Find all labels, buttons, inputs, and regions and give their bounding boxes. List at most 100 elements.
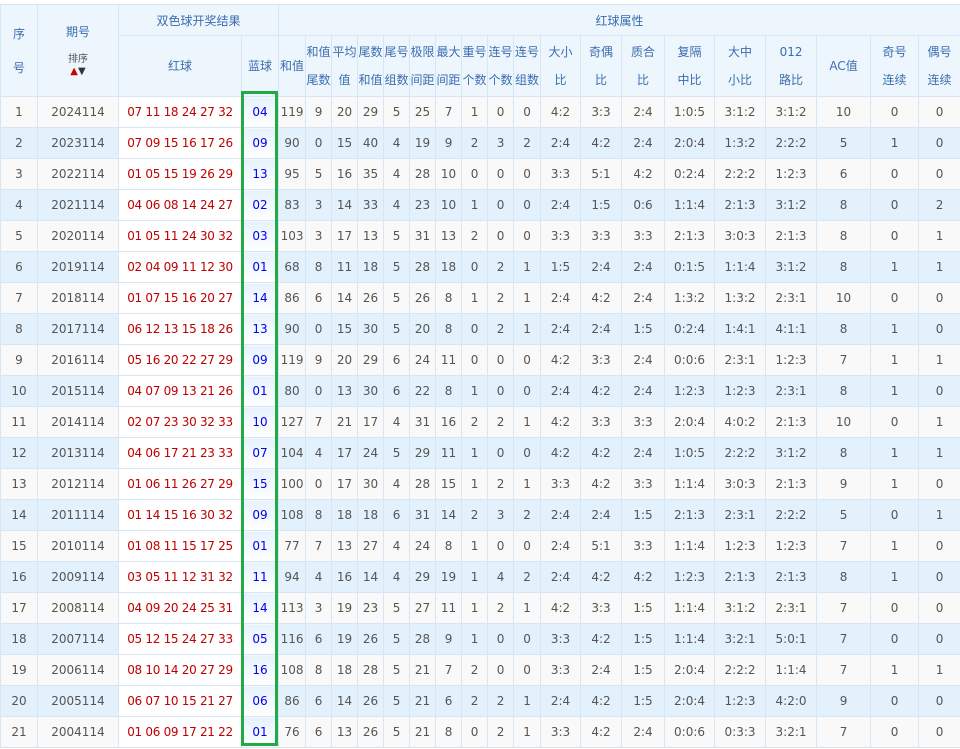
attr-cell: 1 bbox=[918, 406, 960, 438]
attr-cell: 8 bbox=[816, 437, 872, 469]
attr-cell: 27 bbox=[357, 530, 385, 562]
header-attr-line: 个数 bbox=[488, 73, 513, 87]
attr-cell: 0 bbox=[487, 623, 515, 655]
header-attr-line: 连号 bbox=[515, 45, 540, 59]
attr-cell: 6 bbox=[305, 623, 333, 655]
attr-cell: 7 bbox=[816, 654, 872, 686]
attr-cell: 33 bbox=[357, 189, 385, 221]
attr-cell: 18 bbox=[435, 251, 463, 283]
issue-cell: 2016114 bbox=[37, 344, 119, 376]
results-table: 序 号 期号 排序 ▲▼ 双色球开奖结果 红球属性 红球 蓝球 和值 和值 尾数 平均… bbox=[0, 4, 960, 748]
attr-cell: 0 bbox=[513, 344, 542, 376]
attr-cell: 2:4 bbox=[580, 251, 623, 283]
attr-cell: 3:1:2 bbox=[765, 251, 818, 283]
blue-ball-cell: 02 bbox=[240, 189, 280, 221]
blue-ball-cell: 16 bbox=[240, 654, 280, 686]
red-balls-cell: 04 06 17 21 23 33 bbox=[118, 437, 242, 469]
blue-ball-cell: 09 bbox=[240, 127, 280, 159]
attr-cell: 17 bbox=[331, 468, 359, 500]
attr-cell: 3:3 bbox=[540, 623, 582, 655]
attr-cell: 13 bbox=[435, 220, 463, 252]
red-balls-cell: 07 11 18 24 27 32 bbox=[118, 96, 242, 128]
attr-cell: 80 bbox=[278, 375, 307, 407]
attr-cell: 3:3 bbox=[540, 220, 582, 252]
attr-cell: 1:2:3 bbox=[664, 561, 716, 593]
attr-cell: 25 bbox=[409, 96, 437, 128]
attr-cell: 0 bbox=[513, 530, 542, 562]
attr-cell: 0:3:3 bbox=[714, 716, 767, 748]
attr-cell: 0:0:6 bbox=[664, 716, 716, 748]
attr-cell: 8 bbox=[816, 561, 872, 593]
sort-descending-icon[interactable]: ▼ bbox=[78, 66, 86, 77]
header-issue-label: 期号 bbox=[65, 25, 90, 39]
attr-cell: 2:4 bbox=[621, 127, 666, 159]
attr-cell: 2:4 bbox=[621, 437, 666, 469]
attr-cell: 22 bbox=[409, 375, 437, 407]
attr-cell: 1:3:2 bbox=[664, 282, 716, 314]
attr-cell: 1:2:3 bbox=[765, 530, 818, 562]
attr-cell: 21 bbox=[409, 654, 437, 686]
attr-cell: 3 bbox=[305, 592, 333, 624]
header-attr-line: 012 bbox=[779, 45, 803, 59]
attr-cell: 3:3 bbox=[540, 158, 582, 190]
red-balls-cell: 06 07 10 15 21 27 bbox=[118, 685, 242, 717]
attr-cell: 14 bbox=[331, 189, 359, 221]
serial-cell: 11 bbox=[0, 406, 38, 438]
attr-cell: 1 bbox=[461, 189, 489, 221]
attr-cell: 2:1:3 bbox=[664, 499, 716, 531]
attr-cell: 5 bbox=[383, 313, 411, 345]
header-attr-15: 012 路比 bbox=[765, 35, 818, 97]
attr-cell: 6 bbox=[435, 685, 463, 717]
issue-cell: 2024114 bbox=[37, 96, 119, 128]
attr-cell: 86 bbox=[278, 685, 307, 717]
attr-cell: 7 bbox=[305, 530, 333, 562]
attr-cell: 6 bbox=[383, 344, 411, 376]
header-attr-9: 连号 组数 bbox=[513, 35, 542, 97]
blue-ball-cell: 13 bbox=[240, 313, 280, 345]
attr-cell: 9 bbox=[816, 468, 872, 500]
attr-cell: 2:1:3 bbox=[714, 561, 767, 593]
attr-cell: 2:4 bbox=[540, 375, 582, 407]
header-attr-line: 复隔 bbox=[677, 45, 702, 59]
attr-cell: 1:2:3 bbox=[714, 685, 767, 717]
attr-cell: 4:2 bbox=[580, 623, 623, 655]
issue-cell: 2022114 bbox=[37, 158, 119, 190]
header-attr-line: 和值 bbox=[306, 45, 331, 59]
header-attr-2: 平均值 bbox=[331, 35, 359, 97]
issue-cell: 2023114 bbox=[37, 127, 119, 159]
attr-cell: 1:1:4 bbox=[765, 654, 818, 686]
serial-cell: 1 bbox=[0, 96, 38, 128]
attr-cell: 2 bbox=[461, 220, 489, 252]
attr-cell: 7 bbox=[816, 592, 872, 624]
attr-cell: 1 bbox=[870, 468, 920, 500]
attr-cell: 2:0:4 bbox=[664, 654, 716, 686]
attr-cell: 13 bbox=[357, 220, 385, 252]
sort-control[interactable]: 排序 ▲▼ bbox=[39, 54, 118, 78]
attr-cell: 30 bbox=[357, 375, 385, 407]
issue-cell: 2018114 bbox=[37, 282, 119, 314]
attr-cell: 8 bbox=[435, 313, 463, 345]
sort-ascending-icon[interactable]: ▲ bbox=[70, 66, 78, 77]
attr-cell: 2 bbox=[513, 561, 542, 593]
attr-cell: 3:3 bbox=[580, 220, 623, 252]
attr-cell: 0 bbox=[918, 623, 960, 655]
header-attr-6: 最大 间距 bbox=[435, 35, 463, 97]
attr-cell: 94 bbox=[278, 561, 307, 593]
attr-cell: 24 bbox=[409, 344, 437, 376]
attr-cell: 9 bbox=[435, 623, 463, 655]
table-row: 7 2018114 01 07 15 16 20 27 14 86 6 14 26 5 26 8 1 2… bbox=[0, 282, 960, 314]
attr-cell: 2:3:1 bbox=[765, 592, 818, 624]
attr-cell: 4:2 bbox=[540, 344, 582, 376]
attr-cell: 8 bbox=[305, 499, 333, 531]
attr-cell: 14 bbox=[331, 685, 359, 717]
attr-cell: 4 bbox=[383, 189, 411, 221]
red-balls-cell: 01 14 15 16 30 32 bbox=[118, 499, 242, 531]
issue-cell: 2004114 bbox=[37, 716, 119, 748]
attr-cell: 3 bbox=[487, 127, 515, 159]
attr-cell: 2 bbox=[487, 282, 515, 314]
header-attr-13: 复隔 中比 bbox=[664, 35, 716, 97]
attr-cell: 119 bbox=[278, 96, 307, 128]
attr-cell: 5:1 bbox=[580, 158, 623, 190]
red-balls-cell: 01 06 11 26 27 29 bbox=[118, 468, 242, 500]
attr-cell: 2:1:3 bbox=[714, 189, 767, 221]
